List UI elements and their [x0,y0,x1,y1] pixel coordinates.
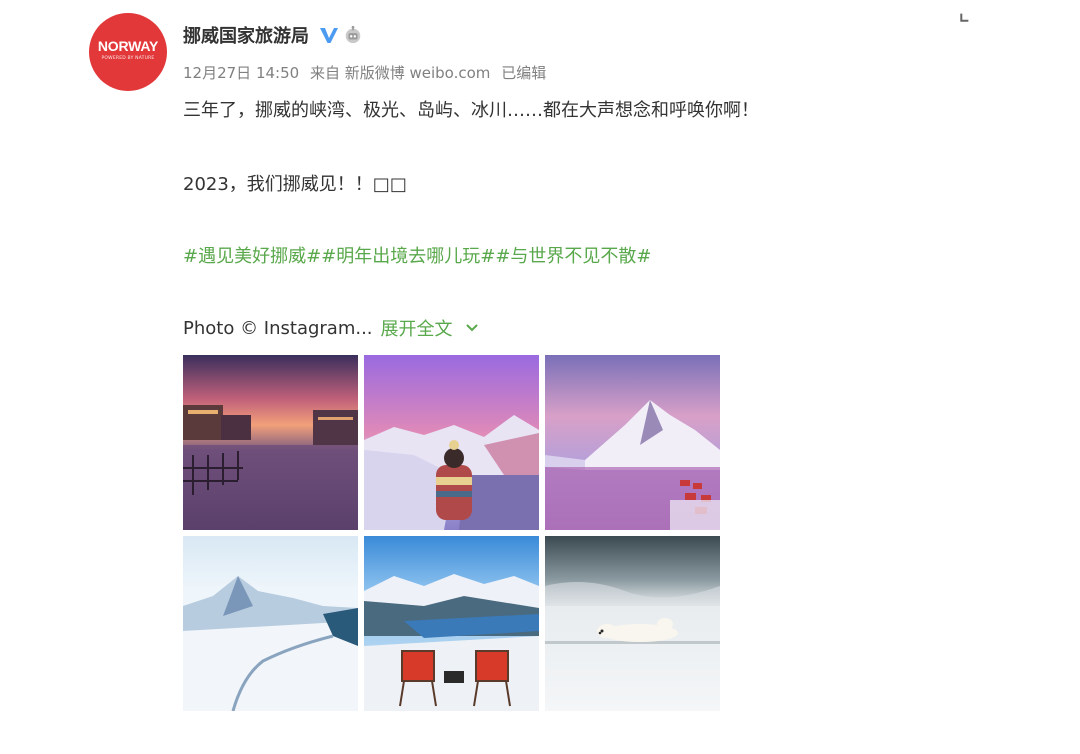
post-date[interactable]: 12月27日 14:50 [183,64,299,82]
author-name[interactable]: 挪威国家旅游局 [183,22,309,48]
menu-chevron-icon[interactable] [955,12,969,26]
post-text-line-2: 2023，我们挪威见！！□□ [183,174,407,195]
photo-lofoten-village[interactable] [545,355,720,530]
verified-icon[interactable] [319,25,339,45]
hashtag-list: #遇见美好挪威##明年出境去哪儿玩##与世界不见不散# [183,242,652,268]
photo-fjord-city-sunset[interactable] [183,355,358,530]
member-badge-icon[interactable] [343,25,363,45]
edited-label[interactable]: 已编辑 [501,64,546,82]
photo-grid [183,355,721,711]
avatar-brand-text: NORWAY [97,38,159,54]
post-text-line-1: 三年了，挪威的峡湾、极光、岛屿、冰川……都在大声想念和呼唤你啊！ [183,100,759,121]
hashtag-link[interactable]: #与世界不见不散# [495,246,651,267]
photo-person-on-mountain[interactable] [364,355,539,530]
photo-credit: Photo © Instagram... [183,317,373,339]
photo-polar-bear[interactable] [545,536,720,711]
avatar[interactable]: NORWAY POWERED BY NATURE [89,13,167,91]
post-header: 挪威国家旅游局 [183,22,363,48]
photo-deck-chairs-fjord[interactable] [364,536,539,711]
chevron-down-icon[interactable] [465,323,479,333]
hashtag-link[interactable]: #遇见美好挪威# [183,246,321,267]
photo-snowy-valley[interactable] [183,536,358,711]
expand-full-text-link[interactable]: 展开全文 [381,315,453,341]
post-source[interactable]: 来自 新版微博 weibo.com [310,64,490,82]
avatar-tagline: POWERED BY NATURE [101,56,155,61]
hashtag-link[interactable]: #明年出境去哪儿玩# [321,246,495,267]
photo-credit-row: Photo © Instagram... 展开全文 [183,315,479,341]
post-meta: 12月27日 14:50 来自 新版微博 weibo.com 已编辑 [183,62,552,83]
